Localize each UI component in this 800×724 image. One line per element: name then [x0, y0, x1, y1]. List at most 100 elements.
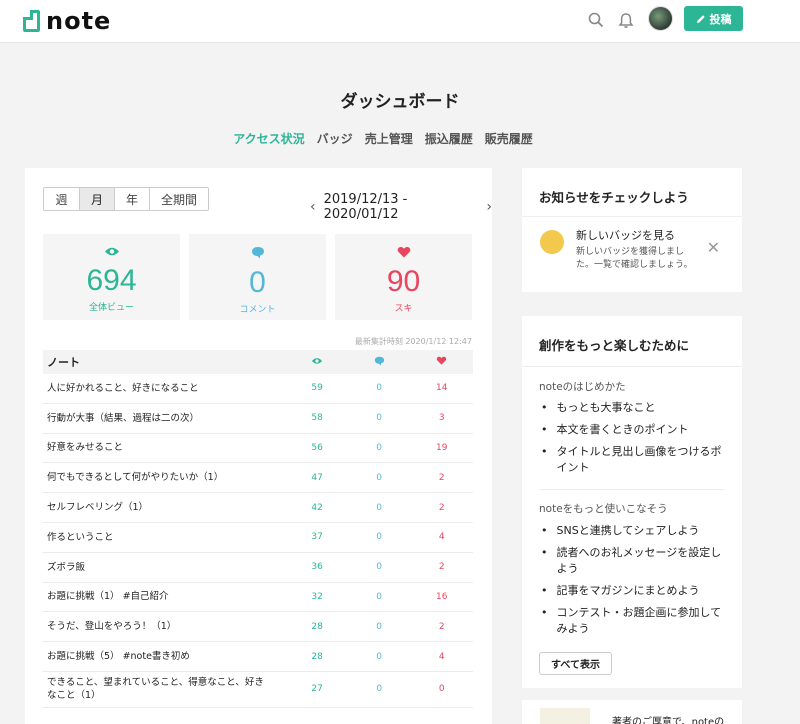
col-comments — [348, 356, 411, 369]
period-selector: 週 月 年 全期間 — [43, 187, 209, 211]
note-likes: 4 — [438, 651, 445, 662]
search-icon[interactable] — [585, 9, 607, 31]
note-title[interactable]: できること、望まれていること、得意なこと、好きなこと（1） — [43, 676, 273, 702]
table-row[interactable]: 何でもできるとして何がやりたいか（1） 47 0 2 — [43, 463, 473, 494]
note-title[interactable]: 行動が大事（結果、過程は二の次） — [43, 412, 286, 425]
note-comments: 0 — [376, 591, 383, 602]
note-views: 59 — [311, 383, 323, 394]
notice-desc: 新しいバッジを獲得しました。一覧で確認しましょう。 — [576, 247, 693, 270]
divider — [539, 489, 725, 490]
period-year[interactable]: 年 — [115, 188, 150, 210]
note-title[interactable]: そうだ、登山をやろう！（1） — [43, 620, 286, 633]
note-title[interactable]: セルフレベリング（1） — [43, 501, 286, 514]
note-likes: 19 — [435, 442, 448, 453]
show-all-button[interactable]: すべて表示 — [539, 652, 612, 675]
table-row[interactable]: 作るということ 37 0 4 — [43, 523, 473, 553]
note-likes: 2 — [438, 472, 445, 483]
tab-badges[interactable]: バッジ — [317, 130, 353, 147]
note-likes: 14 — [435, 383, 448, 394]
note-views: 37 — [311, 532, 323, 543]
close-icon[interactable]: ✕ — [707, 238, 720, 257]
period-all[interactable]: 全期間 — [150, 188, 208, 210]
post-label: 投稿 — [709, 12, 732, 26]
bell-icon[interactable] — [615, 9, 637, 31]
guide-list-advanced: SNSと連携してシェアしよう 読者へのお礼メッセージを設定しよう 記事をマガジン… — [539, 523, 729, 637]
note-likes: 2 — [438, 502, 445, 513]
note-comments: 0 — [376, 651, 383, 662]
prev-arrow-icon[interactable]: ‹ — [310, 199, 316, 215]
note-views: 36 — [311, 562, 323, 573]
guide-section-start: noteのはじめかた — [539, 381, 626, 393]
note-comments: 0 — [376, 383, 383, 394]
guide-link[interactable]: もっとも大事なこと — [539, 400, 729, 416]
note-title[interactable]: 人に好かれること、好きになること — [43, 382, 286, 395]
eye-icon — [104, 247, 119, 256]
divider — [522, 216, 742, 217]
note-views: 58 — [311, 413, 323, 424]
note-likes: 0 — [438, 684, 445, 695]
post-button[interactable]: 投稿 — [684, 6, 743, 31]
table-row[interactable]: 好意をみせること 56 0 19 — [43, 434, 473, 464]
guide-section-advanced: noteをもっと使いこなそう — [539, 503, 668, 515]
comments-count: 0 — [249, 266, 266, 299]
note-comments: 0 — [376, 472, 383, 483]
note-title[interactable]: お題に挑戦（5） #note書き初め — [43, 650, 286, 663]
tab-sales[interactable]: 売上管理 — [365, 130, 413, 147]
thumbnail-image — [540, 708, 590, 724]
pencil-icon — [696, 14, 705, 23]
note-comments: 0 — [376, 621, 383, 632]
table-row[interactable]: そうだ、登山をやろう！（1） 28 0 2 — [43, 612, 473, 643]
tab-transfers[interactable]: 振込履歴 — [425, 130, 473, 147]
guide-link[interactable]: 記事をマガジンにまとめよう — [539, 583, 729, 599]
guide-link[interactable]: SNSと連携してシェアしよう — [539, 523, 729, 539]
guide-link[interactable]: タイトルと見出し画像をつけるポイント — [539, 444, 729, 476]
access-stats-card: 週 月 年 全期間 ‹ 2019/12/13 - 2020/01/12 › 69… — [25, 168, 492, 724]
table-row[interactable]: お題に挑戦（1） #自己紹介 32 0 16 — [43, 583, 473, 613]
note-title[interactable]: お題に挑戦（1） #自己紹介 — [43, 590, 286, 603]
guide-link[interactable]: コンテスト・お題企画に参加してみよう — [539, 605, 729, 637]
period-week[interactable]: 週 — [44, 188, 80, 210]
period-month[interactable]: 月 — [80, 188, 115, 210]
tab-sales-history[interactable]: 販売履歴 — [485, 130, 533, 147]
note-views: 28 — [311, 651, 323, 662]
guide-card: 創作をもっと楽しむために noteのはじめかた もっとも大事なこと 本文を書くと… — [522, 316, 742, 688]
guide-link[interactable]: 読者へのお礼メッセージを設定しよう — [539, 545, 729, 577]
table-row[interactable]: 行動が大事（結果、過程は二の次） 58 0 3 — [43, 404, 473, 434]
eye-icon — [312, 357, 323, 364]
guide-list-start: もっとも大事なこと 本文を書くときのポイント タイトルと見出し画像をつけるポイン… — [539, 400, 729, 476]
table-row[interactable]: セルフレベリング（1） 42 0 2 — [43, 493, 473, 523]
badge-notice[interactable]: 新しいバッジを見る 新しいバッジを獲得しました。一覧で確認しましょう。 — [540, 227, 701, 272]
bottom-card-text: 著者のご厚意で、noteの — [612, 717, 725, 724]
views-stat: 694 全体ビュー — [43, 234, 180, 320]
note-comments: 0 — [376, 562, 383, 573]
note-comments: 0 — [376, 413, 383, 424]
table-row[interactable]: お題に挑戦（5） #note書き初め 28 0 4 — [43, 642, 473, 672]
note-title[interactable]: 何でもできるとして何がやりたいか（1） — [43, 471, 286, 484]
table-row[interactable]: できること、望まれていること、得意なこと、好きなこと（1） 27 0 0 — [43, 672, 473, 708]
user-avatar[interactable] — [648, 6, 673, 31]
likes-stat: 90 スキ — [335, 234, 472, 320]
col-views — [286, 357, 348, 368]
col-likes — [410, 356, 473, 368]
note-likes: 2 — [438, 562, 445, 573]
note-logo[interactable]: note — [23, 9, 111, 33]
page-title: ダッシュボード — [340, 92, 460, 112]
comments-stat: 0 コメント — [189, 234, 326, 320]
note-views: 47 — [311, 472, 323, 483]
note-title[interactable]: 好意をみせること — [43, 441, 286, 454]
guide-link[interactable]: 本文を書くときのポイント — [539, 422, 729, 438]
note-logo-icon — [23, 10, 40, 32]
note-comments: 0 — [376, 684, 383, 695]
table-row[interactable]: ズボラ飯 36 0 2 — [43, 553, 473, 583]
table-row[interactable]: 人に好かれること、好きになること 59 0 14 — [43, 374, 473, 404]
note-title[interactable]: ズボラ飯 — [43, 561, 286, 574]
guide-title: 創作をもっと楽しむために — [539, 338, 690, 353]
comment-icon — [251, 247, 264, 259]
note-title[interactable]: 作るということ — [43, 531, 286, 544]
note-likes: 3 — [438, 413, 445, 424]
notice-title[interactable]: 新しいバッジを見る — [576, 227, 701, 243]
note-views: 42 — [311, 502, 323, 513]
news-title: お知らせをチェックしよう — [539, 190, 689, 205]
tab-access[interactable]: アクセス状況 — [233, 130, 304, 147]
next-arrow-icon[interactable]: › — [486, 199, 492, 215]
